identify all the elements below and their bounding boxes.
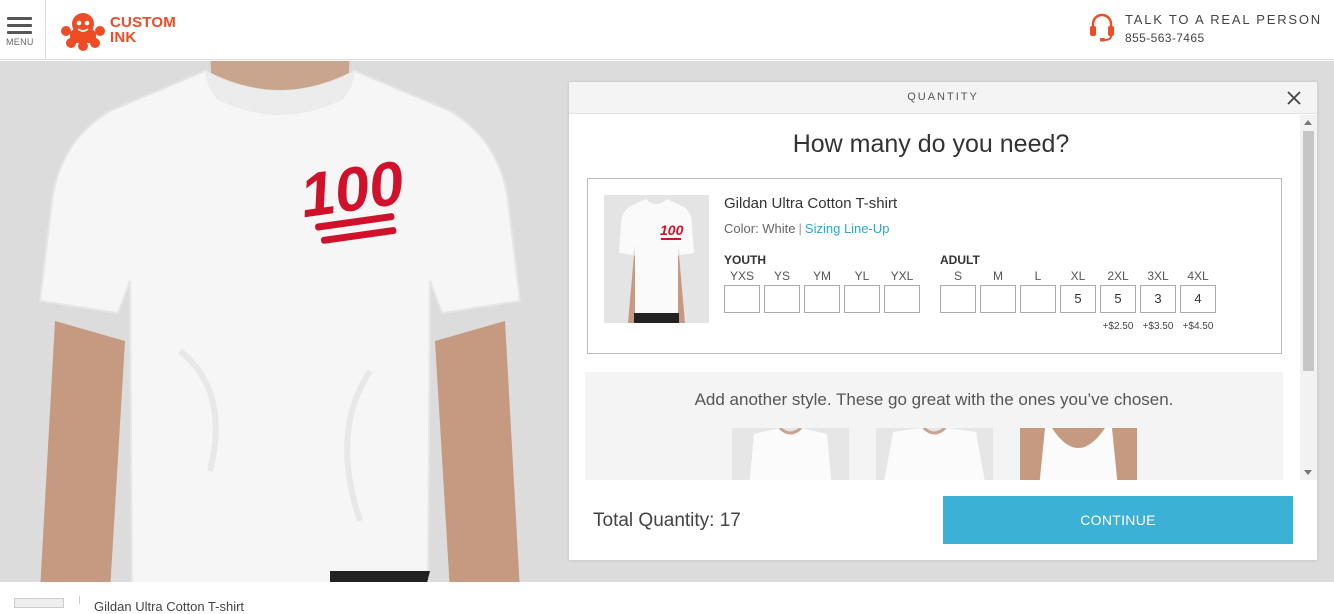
quantity-input-xl[interactable]: 5 (1060, 285, 1096, 313)
youth-label: YOUTH (724, 253, 766, 267)
quantity-input-s[interactable] (940, 285, 976, 313)
size-label: YL (854, 269, 870, 283)
upcharge-label: +$2.50 (1102, 321, 1134, 332)
size-label: 2XL (1107, 269, 1129, 283)
tshirt-preview-image: 100 (38, 61, 522, 582)
modal-header: QUANTITY (569, 82, 1317, 114)
product-thumbnail: 100 (604, 195, 709, 323)
modal-title: QUANTITY (907, 91, 979, 103)
size-label: YXS (729, 269, 754, 283)
upcharge-label: +$4.50 (1182, 321, 1214, 332)
size-label: XL (1070, 269, 1086, 283)
size-column-2xl: 2XL 5 +$2.50 (1100, 269, 1136, 332)
product-card: 100 Gildan Ultra Cotton T-shirt Color: W… (587, 178, 1282, 354)
logo-text-line2: INK (110, 29, 137, 46)
product-color-label: Color: White (724, 221, 796, 236)
contact-block[interactable]: TALK TO A REAL PERSON 855-563-7465 (1088, 12, 1322, 45)
size-column-yl: YL (844, 269, 880, 313)
quantity-input-yxl[interactable] (884, 285, 920, 313)
size-column-l: L (1020, 269, 1056, 313)
footer-product-thumbnail[interactable] (14, 598, 64, 608)
bottom-product-strip: Gildan Ultra Cotton T-shirt (0, 582, 1334, 614)
quantity-input-ys[interactable] (764, 285, 800, 313)
contact-phone[interactable]: 855-563-7465 (1125, 31, 1322, 45)
scroll-up-icon[interactable] (1304, 120, 1312, 125)
menu-label: MENU (6, 37, 34, 47)
hamburger-icon (7, 17, 32, 38)
suggested-styles-text: Add another style. These go great with t… (694, 390, 1174, 409)
close-icon[interactable] (1285, 89, 1303, 107)
quantity-input-l[interactable] (1020, 285, 1056, 313)
size-column-3xl: 3XL 3 +$3.50 (1140, 269, 1176, 332)
custom-ink-logo[interactable]: CUSTOM INK (60, 9, 176, 51)
sizing-lineup-link[interactable]: Sizing Line-Up (805, 221, 890, 236)
size-column-ys: YS (764, 269, 800, 313)
size-column-yxs: YXS (724, 269, 760, 313)
modal-scroll-content[interactable]: How many do you need? 100 Gildan Ultra C… (569, 115, 1317, 480)
size-label: YM (813, 269, 831, 283)
scroll-down-icon[interactable] (1304, 470, 1312, 475)
size-column-m: M (980, 269, 1016, 313)
size-column-4xl: 4XL 4 +$4.50 (1180, 269, 1216, 332)
top-bar: MENU CUSTOM INK TALK TO A REAL PERSON 85… (0, 0, 1334, 60)
quantity-modal: QUANTITY How many do you need? 100 Gilda… (569, 82, 1317, 560)
quantity-input-3xl[interactable]: 3 (1140, 285, 1176, 313)
quantity-input-yl[interactable] (844, 285, 880, 313)
size-label: YS (773, 269, 790, 283)
headset-icon (1090, 13, 1114, 42)
size-column-s: S (940, 269, 976, 313)
scrollbar-thumb[interactable] (1303, 131, 1314, 371)
upcharge-label: +$3.50 (1142, 321, 1174, 332)
quantity-input-yxs[interactable] (724, 285, 760, 313)
size-label: L (1034, 269, 1042, 283)
suggested-styles-panel: Add another style. These go great with t… (585, 372, 1283, 480)
size-label: 3XL (1147, 269, 1169, 283)
product-color-line: Color: White | Sizing Line-Up (724, 221, 889, 236)
suggested-style-long-sleeve[interactable] (876, 428, 993, 480)
color-separator: | (798, 221, 802, 236)
size-column-yxl: YXL (884, 269, 920, 313)
quantity-input-ym[interactable] (804, 285, 840, 313)
size-label: M (993, 269, 1003, 283)
quantity-input-m[interactable] (980, 285, 1016, 313)
total-quantity: Total Quantity: 17 (593, 510, 741, 531)
continue-button[interactable]: CONTINUE (943, 496, 1293, 544)
modal-footer: Total Quantity: 17 CONTINUE (569, 480, 1317, 560)
logo-text-line1: CUSTOM (110, 14, 176, 31)
quantity-input-2xl[interactable]: 5 (1100, 285, 1136, 313)
octopus-logo-icon (61, 13, 105, 51)
modal-heading: How many do you need? (792, 130, 1070, 158)
size-label: S (953, 269, 962, 283)
size-column-ym: YM (804, 269, 840, 313)
footer-divider (79, 596, 80, 604)
modal-scrollbar[interactable] (1300, 115, 1317, 480)
suggested-style-womens-tee[interactable] (732, 428, 849, 480)
adult-label: ADULT (940, 253, 980, 267)
thumbnail-design-text: 100 (660, 222, 684, 238)
footer-product-title: Gildan Ultra Cotton T-shirt (94, 599, 245, 614)
quantity-input-4xl[interactable]: 4 (1180, 285, 1216, 313)
contact-title: TALK TO A REAL PERSON (1125, 12, 1322, 27)
product-name: Gildan Ultra Cotton T-shirt (724, 195, 898, 212)
size-label: YXL (890, 269, 914, 283)
size-column-xl: XL 5 (1060, 269, 1096, 313)
suggested-style-tank-top[interactable] (1020, 428, 1137, 480)
menu-button[interactable]: MENU (0, 0, 46, 60)
size-label: 4XL (1187, 269, 1209, 283)
